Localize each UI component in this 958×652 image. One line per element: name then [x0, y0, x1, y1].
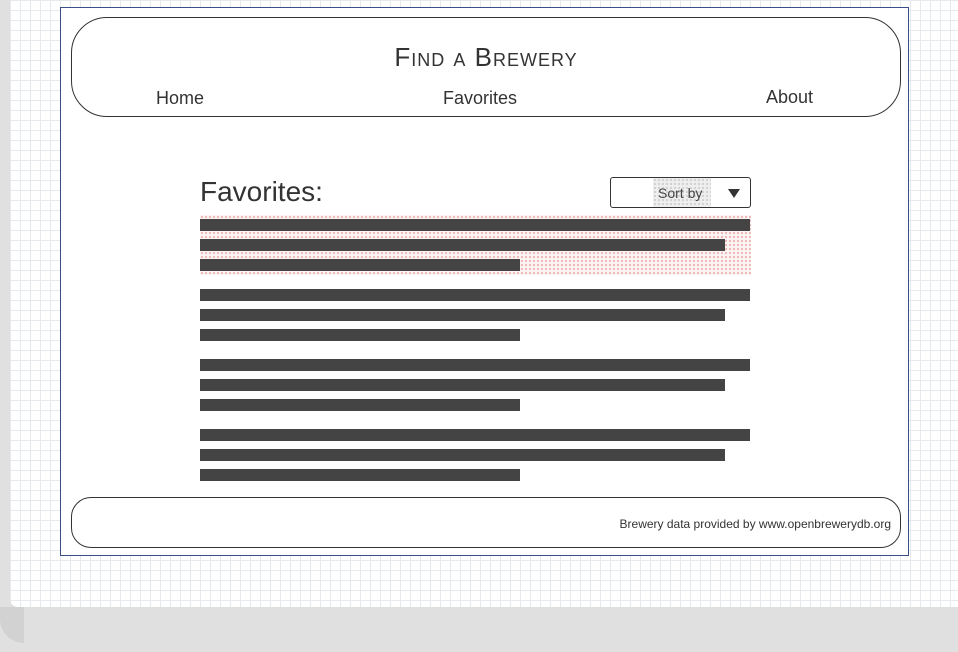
text-placeholder-line [200, 399, 520, 411]
site-title: Find a Brewery [394, 42, 578, 72]
text-placeholder-line [200, 219, 750, 231]
canvas-corner [0, 607, 24, 643]
site-header: Find a Brewery Home Favorites About [71, 17, 901, 117]
site-footer: Brewery data provided by www.openbrewery… [71, 497, 901, 548]
text-placeholder-line [200, 329, 520, 341]
text-placeholder-line [200, 309, 725, 321]
page-frame: Find a Brewery Home Favorites About Favo… [60, 7, 909, 556]
text-placeholder-line [200, 449, 725, 461]
caret-down-icon [728, 189, 740, 198]
favorite-item[interactable] [200, 285, 751, 345]
nav-home-link[interactable]: Home [156, 88, 204, 109]
favorite-item[interactable] [200, 425, 751, 485]
text-placeholder-line [200, 259, 520, 271]
data-credit-text: Brewery data provided by www.openbrewery… [619, 517, 891, 531]
nav-favorites-link[interactable]: Favorites [443, 88, 517, 109]
sort-by-dropdown[interactable]: Sort by [610, 177, 751, 208]
favorite-item[interactable] [200, 355, 751, 415]
nav-about-link[interactable]: About [766, 87, 813, 108]
text-placeholder-line [200, 289, 750, 301]
sort-by-label: Sort by [658, 185, 703, 201]
text-placeholder-line [200, 469, 520, 481]
text-placeholder-line [200, 379, 725, 391]
text-placeholder-line [200, 359, 750, 371]
text-placeholder-line [200, 239, 725, 251]
text-placeholder-line [200, 429, 750, 441]
favorite-item[interactable] [200, 215, 751, 275]
canvas-bottom-edge [0, 607, 958, 652]
favorites-heading: Favorites: [200, 176, 323, 207]
